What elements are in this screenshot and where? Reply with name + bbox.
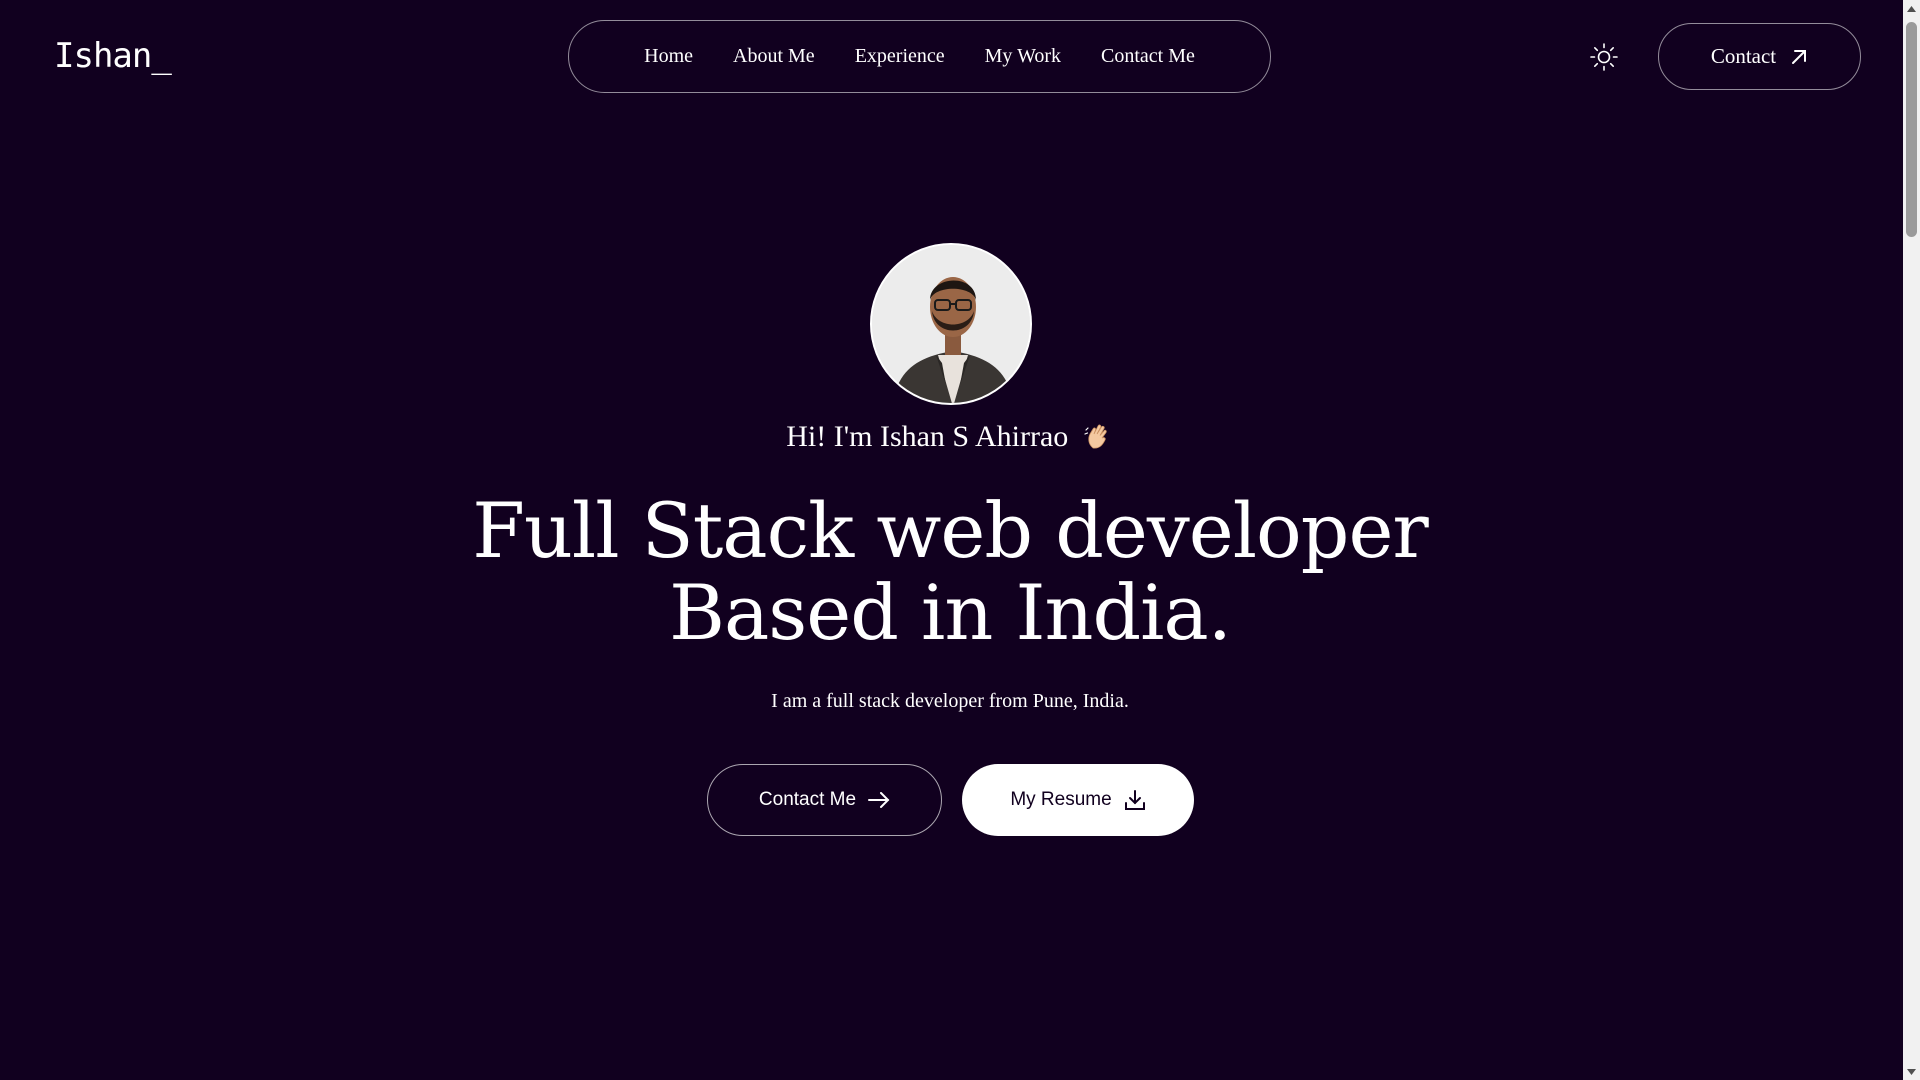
hero-subtext: I am a full stack developer from Pune, I… — [771, 690, 1129, 712]
profile-photo — [872, 245, 1030, 403]
contact-me-label: Contact Me — [758, 789, 857, 810]
nav-item-home[interactable]: Home — [644, 45, 693, 68]
header-contact-label: Contact — [1710, 44, 1777, 68]
my-resume-button[interactable]: My Resume — [962, 764, 1194, 836]
nav-item-about-me[interactable]: About Me — [733, 45, 815, 68]
arrow-right-icon — [868, 792, 890, 808]
sun-icon — [1590, 43, 1618, 71]
nav-item-experience[interactable]: Experience — [855, 45, 945, 68]
scroll-down-arrow-icon[interactable] — [1903, 1063, 1920, 1080]
contact-me-button[interactable]: Contact Me — [707, 764, 942, 836]
page: Ishan_ Home About Me Experience My Work … — [0, 0, 1920, 1080]
arrow-up-right-icon — [1792, 49, 1807, 64]
my-resume-label: My Resume — [1010, 789, 1112, 810]
nav-item-my-work[interactable]: My Work — [985, 45, 1061, 68]
profile-avatar — [870, 243, 1032, 405]
main-nav: Home About Me Experience My Work Contact… — [568, 20, 1271, 93]
download-icon — [1124, 790, 1145, 810]
theme-toggle-button[interactable] — [1585, 38, 1623, 76]
site-logo[interactable]: Ishan_ — [54, 36, 172, 76]
vertical-scrollbar[interactable] — [1903, 0, 1920, 1080]
scroll-thumb[interactable] — [1906, 22, 1917, 237]
scroll-up-arrow-icon[interactable] — [1903, 0, 1920, 17]
hero-greeting-text: Hi! I'm Ishan S Ahirrao — [786, 420, 1069, 453]
hero-headline-line1: Full Stack web developer — [472, 486, 1429, 575]
hero-headline: Full Stack web developer Based in India. — [0, 490, 1900, 654]
waving-hand-icon — [1084, 422, 1114, 460]
header-contact-button[interactable]: Contact — [1658, 23, 1861, 90]
nav-item-contact-me[interactable]: Contact Me — [1101, 45, 1195, 68]
hero-headline-line2: Based in India. — [669, 568, 1232, 657]
hero-greeting: Hi! I'm Ishan S Ahirrao — [0, 420, 1900, 460]
